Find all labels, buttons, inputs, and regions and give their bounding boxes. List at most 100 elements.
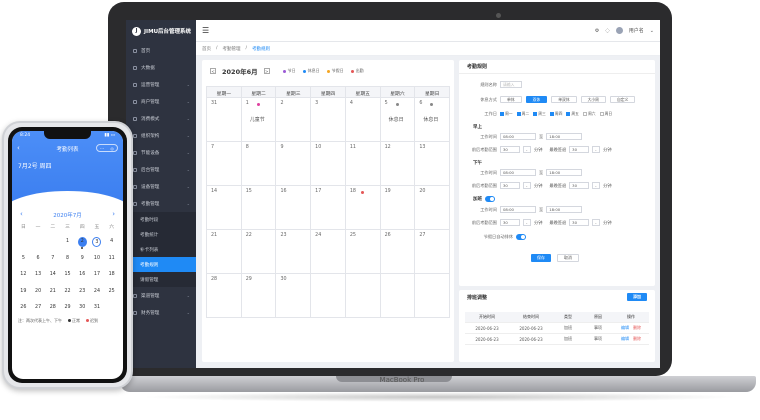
sidebar-item[interactable]: 考勤管理 ⌄ (126, 195, 196, 212)
next-month-button[interactable]: > (263, 68, 270, 74)
close-icon[interactable]: ◎ (110, 146, 114, 151)
calendar-day-cell[interactable]: 23 (276, 230, 312, 274)
calendar-day-cell[interactable]: 31 (207, 98, 242, 142)
sidebar-subitem[interactable]: 考勤规则 (126, 257, 196, 272)
phone-day[interactable]: 26 (16, 303, 31, 313)
next-month-icon[interactable]: › (112, 210, 115, 218)
overtime-switch[interactable] (485, 196, 495, 202)
phone-day[interactable]: 30 (75, 303, 90, 313)
auto-rest-switch[interactable] (516, 234, 526, 240)
checkbox-icon[interactable] (516, 112, 521, 116)
overtime-end-input[interactable]: 18:00 (546, 206, 583, 213)
sidebar-item[interactable]: 渠道管理 ⌄ (126, 287, 196, 304)
sidebar-item[interactable]: 组织架构 ⌄ (126, 127, 196, 144)
calendar-day-cell[interactable]: 27 (415, 230, 451, 274)
workday-checkbox[interactable]: 周三 (533, 111, 546, 117)
checkbox-icon[interactable] (566, 112, 571, 116)
rest-mode-option[interactable]: 大小周 (580, 96, 606, 103)
rest-mode-option[interactable]: 自定义 (609, 96, 636, 103)
morning-before-input[interactable]: 30 (500, 146, 520, 153)
more-icon[interactable]: ··· (100, 146, 104, 151)
add-button[interactable]: 添加 (627, 293, 647, 301)
checkbox-icon[interactable] (500, 112, 504, 116)
calendar-day-cell[interactable] (311, 274, 346, 318)
workday-checkbox[interactable]: 周日 (599, 111, 612, 117)
sidebar-item[interactable]: 消费模式 ⌄ (126, 110, 196, 127)
menu-toggle-icon[interactable]: ☰ (202, 26, 209, 35)
phone-day[interactable]: 24 (90, 287, 105, 297)
workday-checkbox[interactable]: 周一 (500, 111, 513, 117)
phone-day[interactable] (31, 237, 46, 247)
calendar-day-cell[interactable]: 1 儿童节 (241, 98, 277, 142)
phone-day[interactable]: 12 (16, 270, 31, 280)
calendar-day-cell[interactable]: 30 (276, 274, 312, 318)
phone-day[interactable]: 31 (90, 303, 105, 313)
phone-day[interactable]: 15 (60, 270, 75, 280)
user-name[interactable]: 用户名 (629, 27, 644, 34)
calendar-day-cell[interactable]: 10 (311, 142, 346, 186)
phone-day[interactable]: 28 (45, 303, 60, 313)
workday-checkbox[interactable]: 周四 (549, 111, 562, 117)
rest-mode-option[interactable]: 单双休 (551, 96, 577, 103)
phone-day[interactable]: 18 (104, 270, 119, 280)
sidebar-item[interactable]: 后台管理 ⌄ (126, 161, 196, 178)
calendar-day-cell[interactable]: 7 (207, 142, 242, 186)
afternoon-end-input[interactable]: 18:00 (546, 169, 583, 176)
phone-day[interactable]: 3 (90, 237, 105, 247)
phone-day[interactable]: 20 (31, 287, 46, 297)
mini-program-capsule[interactable]: ··· ◎ (96, 144, 118, 152)
afternoon-start-input[interactable]: 08:00 (500, 169, 536, 176)
sidebar-item[interactable]: 大数据 (126, 59, 196, 76)
phone-month[interactable]: 2020年7月 (12, 211, 123, 219)
rest-mode-option[interactable]: 双休 (525, 96, 548, 103)
phone-day[interactable] (16, 237, 31, 247)
workday-checkbox[interactable]: 周六 (582, 111, 596, 117)
settings-icon[interactable]: ⚙ (595, 28, 599, 34)
phone-day[interactable]: 29 (60, 303, 75, 313)
calendar-day-cell[interactable]: 12 (380, 142, 416, 186)
phone-day[interactable]: 19 (16, 287, 31, 297)
sidebar-item[interactable]: 节能设备 ⌄ (126, 144, 196, 161)
phone-day[interactable]: 2 (75, 237, 90, 249)
phone-day[interactable]: 6 (31, 254, 46, 264)
delete-link[interactable]: 删除 (633, 336, 641, 341)
checkbox-icon[interactable] (599, 112, 604, 116)
sidebar-item[interactable]: 首页 (126, 42, 196, 59)
stepper-icon[interactable]: - (523, 146, 531, 153)
breadcrumb-home[interactable]: 首页 (202, 46, 211, 52)
phone-day[interactable]: 9 (75, 254, 90, 264)
calendar-day-cell[interactable]: 19 (380, 186, 416, 230)
calendar-day-cell[interactable]: 6 休息日 (415, 98, 451, 142)
calendar-day-cell[interactable]: 13 (415, 142, 451, 186)
sidebar-item[interactable]: 运营管理 ⌄ (126, 76, 196, 93)
calendar-day-cell[interactable]: 16 (276, 186, 312, 230)
edit-link[interactable]: 编辑 (621, 325, 629, 330)
stepper-icon[interactable]: - (592, 219, 601, 226)
phone-day[interactable]: 1 (60, 237, 75, 247)
phone-day[interactable]: 27 (31, 303, 46, 313)
phone-day[interactable]: 17 (90, 270, 105, 280)
phone-day[interactable]: 13 (31, 270, 46, 280)
calendar-day-cell[interactable] (380, 274, 416, 318)
phone-day[interactable]: 10 (90, 254, 105, 264)
stepper-icon[interactable]: - (592, 146, 601, 153)
chevron-down-icon[interactable]: ⌄ (650, 28, 654, 34)
calendar-day-cell[interactable]: 24 (311, 230, 346, 274)
calendar-day-cell[interactable]: 18 (345, 186, 381, 230)
morning-start-input[interactable]: 08:00 (500, 133, 536, 140)
calendar-day-cell[interactable]: 29 (241, 274, 277, 318)
phone-day[interactable]: 25 (104, 287, 119, 297)
phone-day[interactable]: 5 (16, 254, 31, 264)
checkbox-icon[interactable] (582, 112, 587, 116)
phone-day[interactable]: 7 (45, 254, 60, 264)
phone-day[interactable]: 22 (60, 287, 75, 297)
calendar-day-cell[interactable]: 14 (207, 186, 242, 230)
calendar-day-cell[interactable] (415, 274, 451, 318)
prev-month-button[interactable]: < (210, 68, 216, 74)
edit-link[interactable]: 编辑 (621, 336, 629, 341)
checkbox-icon[interactable] (533, 112, 538, 116)
sidebar-item[interactable]: 商户管理 ⌄ (126, 93, 196, 110)
calendar-day-cell[interactable]: 8 (241, 142, 277, 186)
afternoon-before-input[interactable]: 30 (500, 182, 520, 189)
calendar-day-cell[interactable]: 20 (415, 186, 451, 230)
